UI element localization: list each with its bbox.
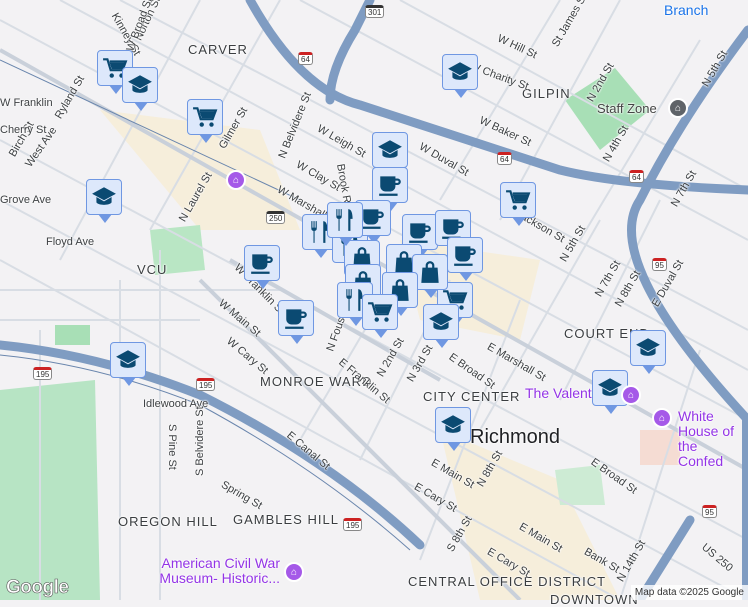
street-label: Grove Ave bbox=[0, 194, 52, 206]
coffee-cup-icon bbox=[283, 305, 309, 331]
route-shield: 250 bbox=[266, 211, 286, 224]
cart-marker[interactable] bbox=[500, 182, 536, 226]
museum-icon[interactable]: ⌂ bbox=[284, 562, 304, 582]
street-label: S Pine St bbox=[166, 424, 178, 470]
graduation-cap-icon bbox=[635, 335, 661, 361]
graduation-cap-icon bbox=[377, 137, 403, 163]
coffee-cup-marker[interactable] bbox=[278, 300, 314, 344]
route-shield: 64 bbox=[497, 152, 512, 165]
cart-marker[interactable] bbox=[362, 294, 398, 338]
graduation-cap-icon bbox=[428, 309, 454, 335]
coffee-cup-marker[interactable] bbox=[372, 167, 408, 211]
graduation-cap-icon bbox=[440, 412, 466, 438]
coffee-cup-marker[interactable] bbox=[447, 237, 483, 281]
graduation-cap-marker[interactable] bbox=[423, 304, 459, 348]
district-label: CITY CENTER bbox=[423, 389, 521, 404]
coffee-cup-icon bbox=[249, 250, 275, 276]
graduation-cap-marker[interactable] bbox=[630, 330, 666, 374]
graduation-cap-icon bbox=[127, 72, 153, 98]
district-label: VCU bbox=[137, 262, 168, 277]
cart-icon bbox=[192, 104, 218, 130]
street-label: Cherry St bbox=[0, 124, 47, 136]
route-shield: 195 bbox=[343, 518, 363, 531]
museum-icon[interactable]: ⌂ bbox=[652, 408, 672, 428]
route-shield: 95 bbox=[702, 505, 717, 518]
street-label: W Franklin bbox=[0, 97, 53, 109]
poi-label[interactable]: White House of the Confed bbox=[678, 409, 746, 469]
graduation-cap-marker[interactable] bbox=[372, 132, 408, 176]
graduation-cap-marker[interactable] bbox=[122, 67, 158, 111]
graduation-cap-icon bbox=[91, 184, 117, 210]
route-shield: 64 bbox=[629, 170, 644, 183]
poi-label[interactable]: American Civil War Museum- Historic... bbox=[125, 556, 280, 586]
graduation-cap-marker[interactable] bbox=[110, 342, 146, 386]
map-attribution[interactable]: Map data ©2025 Google bbox=[630, 585, 748, 600]
route-shield: 195 bbox=[33, 367, 53, 380]
graduation-cap-marker[interactable] bbox=[442, 54, 478, 98]
graduation-cap-icon bbox=[597, 375, 623, 401]
district-label: OREGON HILL bbox=[118, 514, 218, 529]
shopping-bag-icon bbox=[417, 259, 443, 285]
cart-marker[interactable] bbox=[187, 99, 223, 143]
poi-label[interactable]: Branch bbox=[664, 2, 708, 18]
fork-knife-icon bbox=[332, 207, 358, 233]
route-shield: 95 bbox=[652, 258, 667, 271]
district-label: CENTRAL OFFICE DISTRICT bbox=[408, 574, 607, 589]
graduation-cap-marker[interactable] bbox=[86, 179, 122, 223]
museum-icon[interactable]: ⌂ bbox=[226, 170, 246, 190]
street-label: Floyd Ave bbox=[46, 236, 95, 248]
coffee-cup-icon bbox=[377, 172, 403, 198]
fork-knife-marker[interactable] bbox=[327, 202, 363, 246]
city-label: Richmond bbox=[470, 426, 561, 448]
district-label: GAMBLES HILL bbox=[233, 512, 339, 527]
route-shield: 64 bbox=[298, 52, 313, 65]
graduation-cap-icon bbox=[447, 59, 473, 85]
cart-icon bbox=[505, 187, 531, 213]
cart-icon bbox=[367, 299, 393, 325]
district-label: CARVER bbox=[188, 42, 248, 57]
graduation-cap-marker[interactable] bbox=[435, 407, 471, 451]
coffee-cup-icon bbox=[407, 219, 433, 245]
coffee-cup-icon bbox=[452, 242, 478, 268]
poi-label[interactable]: The Valent bbox=[525, 386, 592, 401]
museum-icon[interactable]: ⌂ bbox=[621, 385, 641, 405]
coffee-cup-icon bbox=[360, 205, 386, 231]
district-label: GILPIN bbox=[522, 86, 571, 101]
route-shield: 195 bbox=[196, 378, 216, 391]
building-icon[interactable]: ⌂ bbox=[668, 98, 688, 118]
poi-label[interactable]: Staff Zone bbox=[597, 101, 657, 116]
google-logo[interactable]: Google bbox=[6, 577, 70, 599]
coffee-cup-marker[interactable] bbox=[244, 245, 280, 289]
street-label: S Belvidere St bbox=[194, 406, 206, 476]
route-shield: 301 bbox=[365, 5, 385, 18]
graduation-cap-icon bbox=[115, 347, 141, 373]
